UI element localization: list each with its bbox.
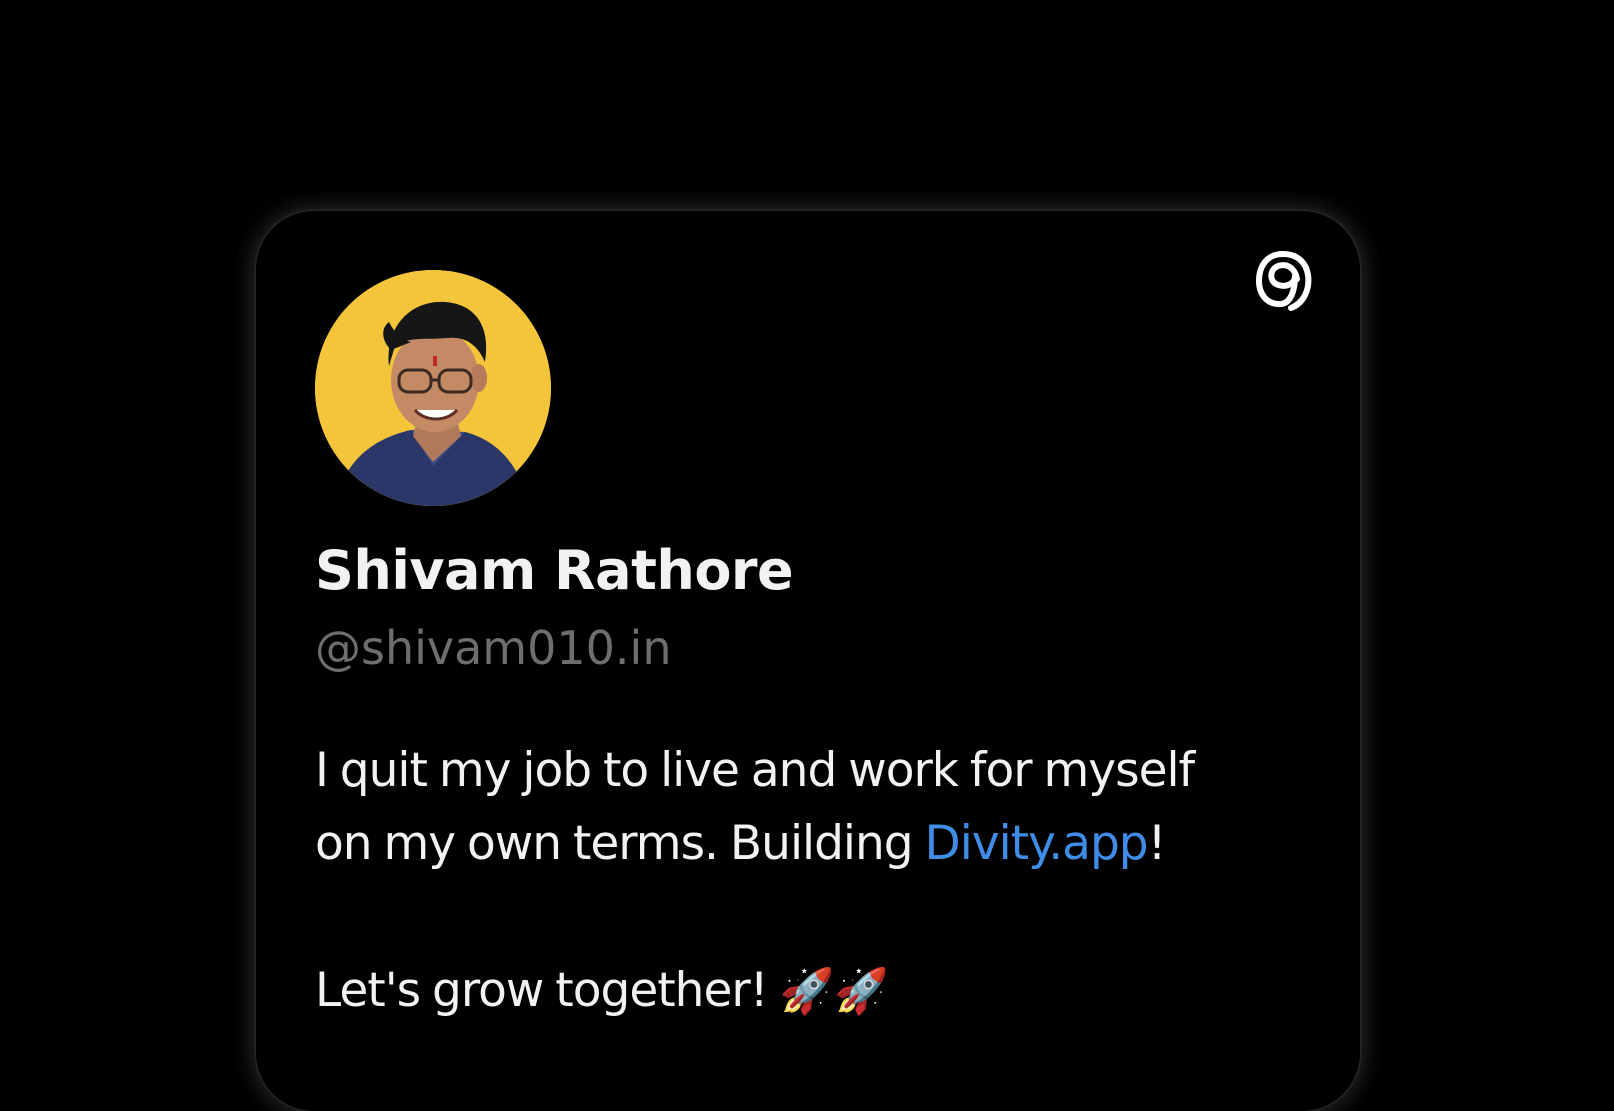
bio-spacer (315, 880, 1325, 954)
bio-line: on my own terms. Building Divity.app! (315, 807, 1325, 880)
rocket-emoji-icon: 🚀🚀 (779, 966, 890, 1017)
bio-text: ! (1147, 816, 1167, 871)
bio-text: Let's grow together! (315, 963, 780, 1018)
bio-line: Let's grow together! 🚀🚀 (315, 954, 1325, 1028)
bio-text: on my own terms. Building (315, 816, 925, 871)
avatar[interactable] (315, 270, 551, 506)
threads-logo-icon[interactable] (1253, 248, 1317, 316)
display-name: Shivam Rathore (315, 539, 794, 602)
profile-handle[interactable]: @shivam010.in (315, 618, 671, 678)
bio-line: I quit my job to live and work for mysel… (315, 743, 1195, 798)
website-link[interactable]: Divity.app (925, 816, 1149, 871)
profile-bio: I quit my job to live and work for mysel… (315, 734, 1325, 1028)
